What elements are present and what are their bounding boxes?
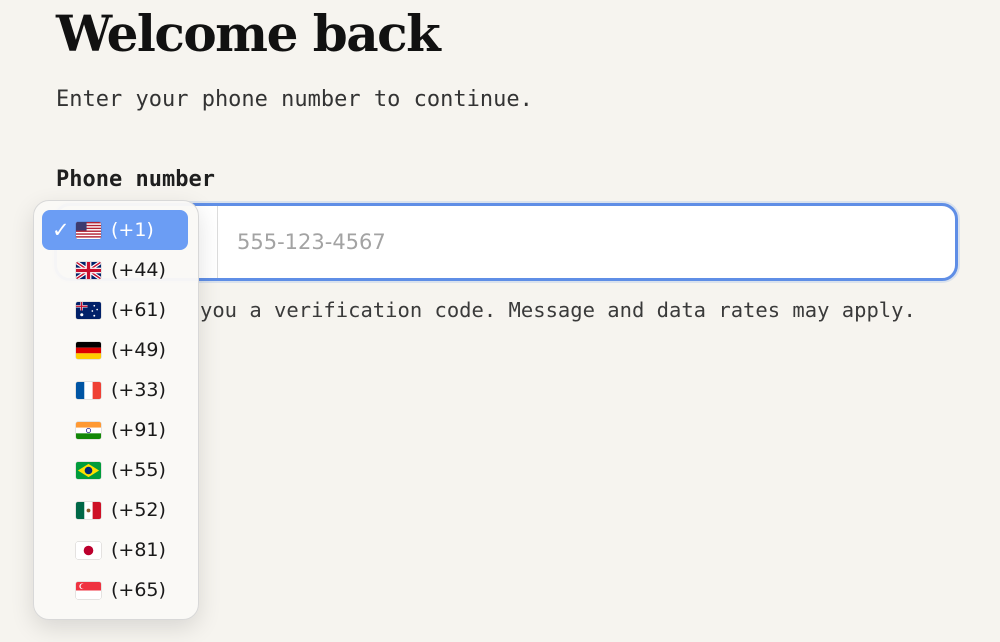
au-flag-icon <box>76 301 101 319</box>
helper-text: you a verification code. Message and dat… <box>200 298 916 322</box>
sg-flag-icon <box>76 581 101 599</box>
country-option-code: (+55) <box>111 459 166 481</box>
country-code-dropdown: ✓ (+1) (+44) (+61) (+49) (+33) (+91) (+5… <box>33 200 199 620</box>
phone-number-input[interactable] <box>237 206 927 278</box>
in-flag-icon <box>76 421 101 439</box>
country-option-code: (+91) <box>111 419 166 441</box>
country-option-code: (+33) <box>111 379 166 401</box>
page-title: Welcome back <box>56 4 441 63</box>
jp-flag-icon <box>76 541 101 559</box>
country-option-br[interactable]: (+55) <box>42 450 190 490</box>
country-option-code: (+49) <box>111 339 166 361</box>
country-option-code: (+65) <box>111 579 166 601</box>
country-option-in[interactable]: (+91) <box>42 410 190 450</box>
page-subtitle: Enter your phone number to continue. <box>56 87 533 112</box>
de-flag-icon <box>76 341 101 359</box>
fr-flag-icon <box>76 381 101 399</box>
mx-flag-icon <box>76 501 101 519</box>
country-option-au[interactable]: (+61) <box>42 290 190 330</box>
country-option-sg[interactable]: (+65) <box>42 570 190 610</box>
country-option-code: (+52) <box>111 499 166 521</box>
us-flag-icon <box>76 221 101 239</box>
gb-flag-icon <box>76 261 101 279</box>
country-option-us[interactable]: ✓ (+1) <box>42 210 188 250</box>
country-option-de[interactable]: (+49) <box>42 330 190 370</box>
country-option-mx[interactable]: (+52) <box>42 490 190 530</box>
phone-number-label: Phone number <box>56 167 215 192</box>
country-option-fr[interactable]: (+33) <box>42 370 190 410</box>
country-option-code: (+1) <box>111 219 154 241</box>
checkmark-icon: ✓ <box>52 218 70 242</box>
country-option-jp[interactable]: (+81) <box>42 530 190 570</box>
country-option-gb[interactable]: (+44) <box>42 250 190 290</box>
country-option-code: (+44) <box>111 259 166 281</box>
br-flag-icon <box>76 461 101 479</box>
country-option-code: (+61) <box>111 299 166 321</box>
country-option-code: (+81) <box>111 539 166 561</box>
